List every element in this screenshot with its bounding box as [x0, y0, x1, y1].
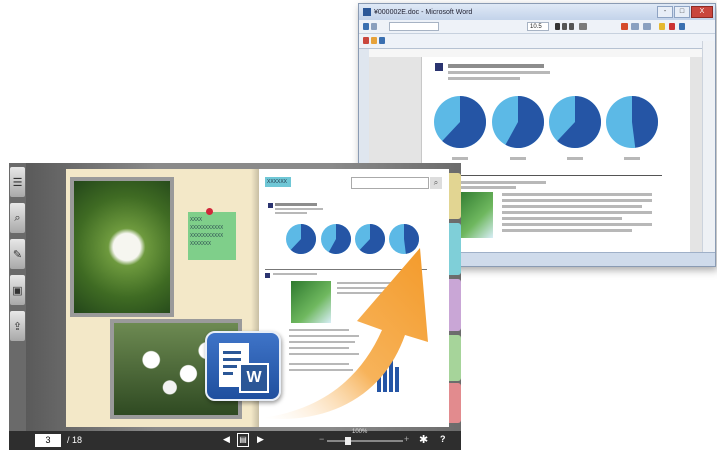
- index-tab-5[interactable]: [449, 383, 461, 423]
- word-title-bar[interactable]: ¥000002E.doc - Microsoft Word - □ X: [359, 4, 715, 20]
- table-icon[interactable]: [379, 37, 385, 44]
- pie-slice-4: [632, 96, 659, 148]
- zoom-slider-handle[interactable]: [345, 437, 351, 445]
- index-tab-4[interactable]: [449, 335, 461, 381]
- border-icon[interactable]: [679, 23, 685, 30]
- undo-icon[interactable]: [371, 23, 377, 30]
- viewer-pie-charts: [286, 224, 420, 254]
- navigation-bar: 3 / 18 ◀ ▤ ▶ − 100% + ✱ ?: [9, 429, 461, 450]
- strikethrough-icon[interactable]: [579, 23, 587, 30]
- save-icon[interactable]: [363, 23, 369, 30]
- ebook-viewer: ☰ ⌕ ✎ ▣ ⇪ XXXX XXXXXXXXXXX XXXXXXXXXXX X…: [9, 163, 461, 450]
- world-map-image: [291, 281, 331, 323]
- next-page-icon[interactable]: ▶: [257, 434, 264, 445]
- zoom-page-icon[interactable]: ⌕: [10, 203, 25, 233]
- word-export-badge[interactable]: W: [205, 331, 281, 401]
- index-tab-2[interactable]: [449, 223, 461, 275]
- gear-icon[interactable]: ✱: [419, 433, 428, 446]
- close-button[interactable]: X: [691, 6, 713, 18]
- search-icon[interactable]: ⌕: [430, 177, 442, 189]
- search-tab: XXXXXX: [265, 177, 291, 187]
- zoom-out-button[interactable]: −: [319, 434, 324, 444]
- font-size-box[interactable]: 10.5: [527, 22, 549, 31]
- align-icon[interactable]: [631, 23, 639, 30]
- maximize-button[interactable]: □: [674, 6, 690, 18]
- pen-icon[interactable]: ✎: [10, 239, 25, 269]
- heading-bullet-icon: [435, 63, 443, 71]
- shading-icon[interactable]: [659, 23, 665, 30]
- minimize-button[interactable]: -: [657, 6, 673, 18]
- picture-icon[interactable]: [371, 37, 377, 44]
- zoom-in-button[interactable]: +: [404, 434, 409, 444]
- pin-icon: [206, 208, 213, 215]
- list-icon[interactable]: ☰: [10, 167, 25, 197]
- image-icon[interactable]: ▣: [10, 275, 25, 305]
- sticky-note[interactable]: XXXX XXXXXXXXXXX XXXXXXXXXXX XXXXXXX: [188, 212, 236, 260]
- word-app-icon: [363, 8, 371, 16]
- word-window-title: ¥000002E.doc - Microsoft Word: [374, 8, 473, 16]
- word-pie-charts: [434, 96, 659, 148]
- word-logo-icon: W: [239, 363, 269, 393]
- bold-icon[interactable]: [555, 23, 560, 30]
- zoom-slider[interactable]: [327, 440, 403, 442]
- right-page: XXXXXX ⌕: [259, 169, 449, 427]
- font-name-box[interactable]: [389, 22, 439, 31]
- heading-bullet-icon: [268, 203, 273, 208]
- underline-icon[interactable]: [569, 23, 574, 30]
- document-page: [421, 57, 690, 253]
- index-tab-1[interactable]: [449, 173, 461, 219]
- search-input[interactable]: [351, 177, 429, 189]
- save-page-icon[interactable]: ▤: [237, 433, 249, 447]
- section-bullet-icon: [265, 273, 270, 278]
- page-number-input[interactable]: 3: [35, 434, 61, 447]
- zoom-label: 100%: [352, 429, 368, 435]
- flower-photo[interactable]: [70, 177, 174, 317]
- help-button[interactable]: ?: [440, 434, 446, 444]
- page-total: / 18: [67, 435, 83, 445]
- font-color-icon[interactable]: [669, 23, 675, 30]
- word-ribbon-row-2: [359, 34, 715, 49]
- highlight-icon[interactable]: [621, 23, 628, 30]
- pie-slice-4: [404, 224, 420, 254]
- insert-icon[interactable]: [363, 37, 369, 44]
- word-ribbon-row-1: 10.5: [359, 20, 715, 34]
- italic-icon[interactable]: [562, 23, 567, 30]
- world-map-image: [457, 192, 493, 238]
- export-icon[interactable]: ⇪: [10, 311, 25, 341]
- vertical-scrollbar[interactable]: [702, 41, 715, 253]
- list-format-icon[interactable]: [643, 23, 651, 30]
- viewer-toolbar: ☰ ⌕ ✎ ▣ ⇪: [9, 163, 26, 431]
- index-tabs: [449, 169, 461, 427]
- prev-page-icon[interactable]: ◀: [223, 434, 230, 445]
- index-tab-3[interactable]: [449, 279, 461, 331]
